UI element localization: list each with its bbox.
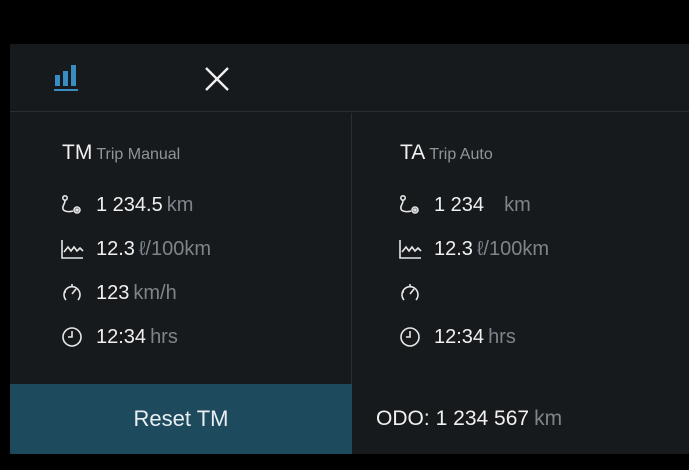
- tm-time-value: 12:34: [96, 325, 147, 348]
- trip-auto-panel: TA Trip Auto 1 234 km 12.3 ℓ/100km 12:34…: [352, 113, 689, 384]
- ta-consumption-row: 12.3 ℓ/100km: [398, 235, 549, 263]
- ta-time-row: 12:34 hrs: [398, 323, 516, 351]
- bar-chart-icon[interactable]: [52, 62, 88, 92]
- tm-consumption-value: 12.3: [96, 237, 135, 260]
- tm-distance-row: 1 234.5 km: [60, 191, 193, 219]
- clock-icon: [60, 325, 84, 349]
- tm-consumption-unit: ℓ/100km: [138, 237, 211, 260]
- tm-speed-row: 123 km/h: [60, 279, 177, 307]
- reset-tm-button[interactable]: Reset TM: [10, 384, 352, 454]
- trip-computer-screen: TM Trip Manual 1 234.5 km 12.3 ℓ/100km 1…: [10, 44, 689, 454]
- tm-distance-value: 1 234.5: [96, 193, 163, 216]
- top-bar: [10, 44, 689, 112]
- clock-icon: [398, 325, 422, 349]
- ta-consumption-unit: ℓ/100km: [476, 237, 549, 260]
- tm-time-row: 12:34 hrs: [60, 323, 178, 351]
- tm-distance-unit: km: [166, 193, 194, 216]
- odometer-label: ODO:: [376, 407, 430, 430]
- odometer-unit: km: [534, 407, 563, 430]
- trip-manual-code: TM: [62, 141, 93, 164]
- trip-auto-title: TA Trip Auto: [400, 141, 493, 165]
- consumption-graph-icon: [60, 237, 84, 261]
- speed-gauge-icon: [60, 281, 84, 305]
- ta-consumption-value: 12.3: [434, 237, 473, 260]
- ta-distance-row: 1 234 km: [398, 191, 531, 219]
- ta-distance-value: 1 234: [434, 193, 485, 216]
- trip-manual-title: TM Trip Manual: [62, 141, 180, 165]
- route-icon: [60, 193, 84, 217]
- tm-speed-unit: km/h: [133, 281, 177, 304]
- consumption-graph-icon: [398, 237, 422, 261]
- odometer: ODO: 1 234 567 km: [376, 384, 562, 454]
- ta-time-unit: hrs: [488, 325, 516, 348]
- tm-time-unit: hrs: [150, 325, 178, 348]
- tm-speed-value: 123: [96, 281, 130, 304]
- odometer-value: 1 234 567: [435, 407, 530, 430]
- trip-manual-name: Trip Manual: [96, 146, 181, 163]
- close-icon[interactable]: [200, 62, 234, 96]
- ta-time-value: 12:34: [434, 325, 485, 348]
- speed-gauge-icon: [398, 281, 422, 305]
- route-icon: [398, 193, 422, 217]
- trip-auto-code: TA: [400, 141, 426, 164]
- ta-distance-unit: km: [504, 193, 531, 216]
- tm-consumption-row: 12.3 ℓ/100km: [60, 235, 211, 263]
- trip-auto-name: Trip Auto: [429, 146, 493, 163]
- ta-speed-row: [398, 279, 438, 307]
- trip-manual-panel: TM Trip Manual 1 234.5 km 12.3 ℓ/100km 1…: [10, 113, 351, 384]
